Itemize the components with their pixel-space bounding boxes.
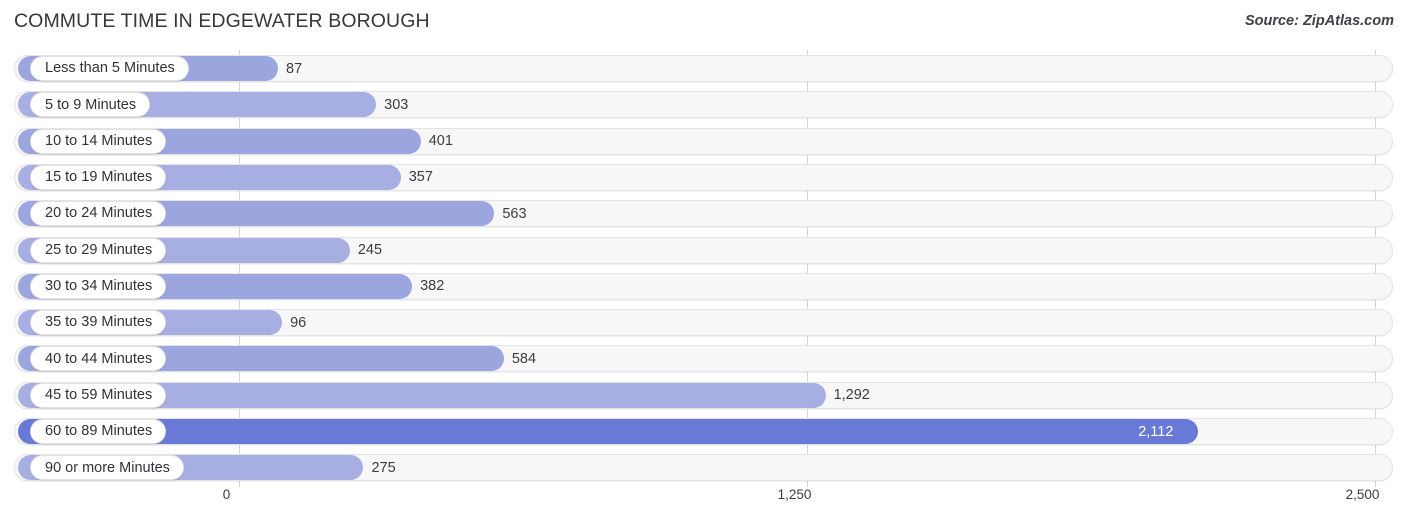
x-axis-tick: 2,500 [1345, 487, 1380, 502]
chart-page: COMMUTE TIME IN EDGEWATER BOROUGH Source… [0, 0, 1406, 523]
bar-category-label-pill: 60 to 89 Minutes [30, 419, 167, 444]
bar-category-label: 40 to 44 Minutes [45, 350, 153, 367]
bar-category-label: 15 to 19 Minutes [45, 169, 153, 186]
bar-row[interactable]: 30 to 34 Minutes 382 [14, 272, 1393, 300]
bar-row[interactable]: 40 to 44 Minutes 584 [14, 345, 1393, 373]
bar-category-label-pill: 45 to 59 Minutes [30, 382, 167, 408]
bar-row[interactable]: 90 or more Minutes 275 [14, 454, 1393, 482]
bar-category-label-pill: 25 to 29 Minutes [30, 237, 167, 263]
bar-category-label-pill: 20 to 24 Minutes [30, 201, 167, 227]
bar-category-label: 20 to 24 Minutes [45, 205, 153, 222]
bar-category-label: 35 to 39 Minutes [45, 314, 153, 331]
bar-row[interactable]: 35 to 39 Minutes 96 [14, 309, 1393, 337]
bar-row[interactable]: 5 to 9 Minutes 303 [14, 91, 1393, 119]
bar-category-label-pill: 5 to 9 Minutes [30, 92, 151, 118]
bar-category-label: 60 to 89 Minutes [45, 423, 153, 440]
bar-value-label: 303 [384, 96, 409, 113]
bar-row[interactable]: 25 to 29 Minutes 245 [14, 236, 1393, 264]
bar-value-label: 1,292 [833, 387, 870, 404]
bar-value-label: 245 [357, 242, 383, 258]
bar-category-label-pill: 35 to 39 Minutes [30, 310, 167, 336]
bar-value-label: 563 [502, 205, 527, 222]
bar-value-label: 87 [286, 60, 303, 77]
bar-value-label: 2,112 [1138, 423, 1174, 440]
bar-row[interactable]: 15 to 19 Minutes 357 [14, 163, 1393, 191]
bar-rows: Less than 5 Minutes 87 5 to 9 Minutes 303 10… [0, 50, 1406, 487]
bar-category-label: 10 to 14 Minutes [45, 132, 153, 149]
bar-row[interactable]: 10 to 14 Minutes 401 [14, 127, 1393, 155]
x-axis: 0 1,250 2,500 [0, 487, 1406, 515]
bar-category-label: 5 to 9 Minutes [45, 96, 137, 113]
bar-row[interactable]: Less than 5 Minutes 87 [14, 55, 1393, 82]
bar-row[interactable]: 45 to 59 Minutes 1,292 [14, 381, 1393, 409]
bar-value-label: 382 [420, 278, 445, 295]
bar-value-label: 357 [408, 169, 433, 186]
bar-category-label-pill: 90 or more Minutes [30, 455, 184, 481]
x-axis-tick: 0 [222, 487, 231, 502]
chart-plot-area: Less than 5 Minutes 87 5 to 9 Minutes 303 10… [0, 50, 1406, 487]
bar-category-label: 25 to 29 Minutes [45, 241, 153, 258]
bar-value-label: 275 [371, 459, 396, 476]
bar-category-label-pill: 30 to 34 Minutes [30, 273, 167, 299]
bar-value-label: 96 [290, 314, 307, 331]
bar[interactable] [18, 419, 1199, 444]
bar-category-label: Less than 5 Minutes [45, 60, 175, 77]
source-attribution: Source: ZipAtlas.com [1244, 13, 1394, 29]
bar-category-label-pill: 40 to 44 Minutes [30, 346, 167, 372]
bar-category-label-pill: 10 to 14 Minutes [30, 128, 167, 154]
page-title: COMMUTE TIME IN EDGEWATER BOROUGH [14, 10, 430, 32]
x-axis-tick: 1,250 [777, 487, 812, 502]
bar-category-label: 45 to 59 Minutes [45, 386, 153, 403]
bar-category-label-pill: Less than 5 Minutes [30, 56, 189, 81]
bar-category-label-pill: 15 to 19 Minutes [30, 164, 167, 190]
bar-value-label: 401 [428, 133, 453, 150]
bar-row[interactable]: 60 to 89 Minutes 2,112 [14, 418, 1393, 445]
bar-category-label: 90 or more Minutes [45, 459, 170, 476]
bar-category-label: 30 to 34 Minutes [45, 278, 153, 295]
bar-row[interactable]: 20 to 24 Minutes 563 [14, 200, 1393, 228]
bar-value-label: 584 [511, 350, 537, 367]
